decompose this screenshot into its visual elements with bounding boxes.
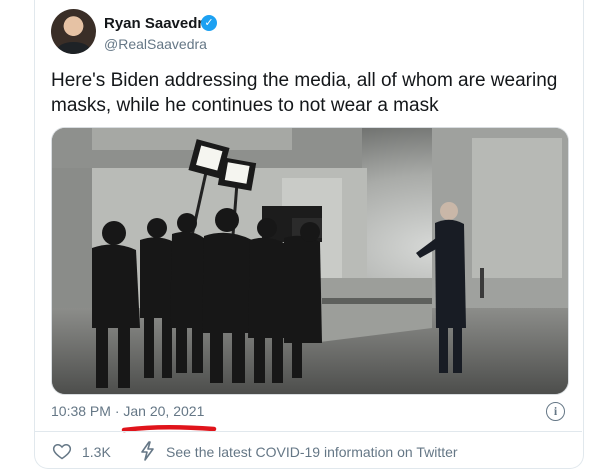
covid-info-link[interactable]: See the latest COVID-19 information on T… (166, 444, 458, 460)
footer-divider (35, 431, 582, 432)
author-name[interactable]: Ryan Saavedra (104, 15, 212, 32)
heart-icon[interactable] (52, 441, 72, 461)
bolt-icon (141, 441, 154, 461)
author-avatar[interactable] (51, 9, 96, 54)
tweet-photo[interactable] (51, 127, 569, 395)
tweet-time: 10:38 PM (51, 403, 111, 419)
tweet-date: Jan 20, 2021 (123, 403, 205, 419)
tweet-timestamp[interactable]: 10:38 PM · Jan 20, 2021 (51, 403, 204, 419)
info-icon[interactable]: i (546, 402, 565, 421)
verified-badge-icon: ✓ (201, 15, 217, 31)
tweet-text: Here's Biden addressing the media, all o… (51, 70, 558, 116)
like-count[interactable]: 1.3K (82, 444, 111, 460)
timestamp-separator: · (114, 403, 120, 419)
author-handle[interactable]: @RealSaavedra (104, 36, 207, 52)
red-underline-annotation (121, 424, 217, 433)
